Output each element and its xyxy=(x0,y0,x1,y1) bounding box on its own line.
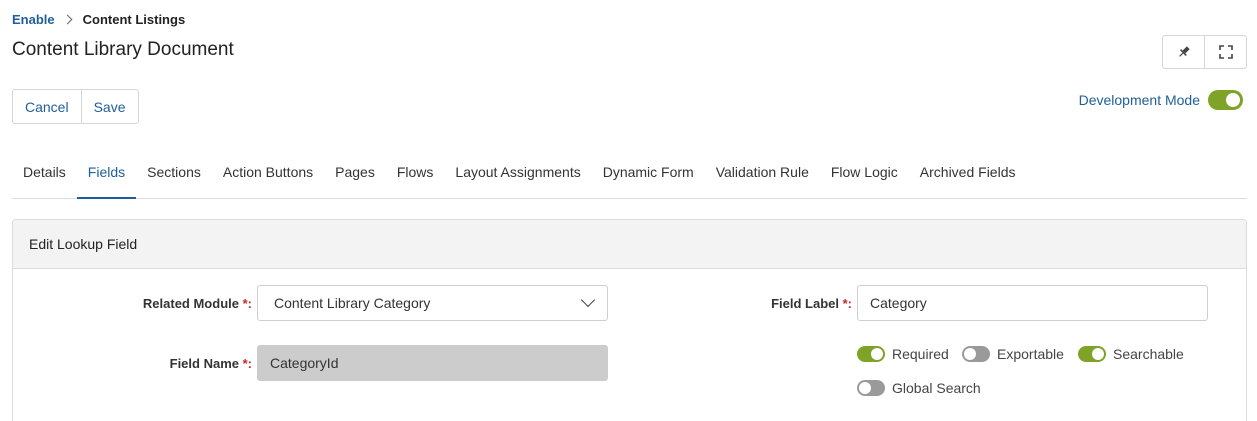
related-module-select[interactable]: Content Library Category xyxy=(257,285,608,321)
tab-bar: Details Fields Sections Action Buttons P… xyxy=(12,147,1247,199)
tab-flows[interactable]: Flows xyxy=(386,147,445,199)
tab-details[interactable]: Details xyxy=(12,147,77,199)
exportable-label: Exportable xyxy=(997,346,1064,362)
pin-button[interactable] xyxy=(1163,36,1204,68)
form-action-buttons: Cancel Save xyxy=(12,89,139,124)
field-name-label: Field Name *: xyxy=(120,356,252,371)
related-module-label: Related Module *: xyxy=(120,296,252,311)
header-icon-group xyxy=(1162,35,1247,69)
tab-pages[interactable]: Pages xyxy=(324,147,386,199)
tab-action-buttons[interactable]: Action Buttons xyxy=(212,147,324,199)
field-label-label-text: Field Label xyxy=(771,296,839,311)
save-button[interactable]: Save xyxy=(80,90,138,123)
development-mode: Development Mode xyxy=(1079,90,1243,110)
related-module-value: Content Library Category xyxy=(274,295,431,311)
related-module-label-text: Related Module xyxy=(142,296,239,311)
required-marker: *: xyxy=(842,296,852,311)
field-label-value: Category xyxy=(870,295,927,311)
required-toggle[interactable] xyxy=(857,346,885,362)
fullscreen-icon xyxy=(1218,45,1233,59)
tab-validation-rule[interactable]: Validation Rule xyxy=(705,147,820,199)
panel-title: Edit Lookup Field xyxy=(13,220,1246,269)
tab-fields[interactable]: Fields xyxy=(76,147,137,199)
exportable-option: Exportable xyxy=(962,346,1064,362)
field-name-value: CategoryId xyxy=(270,355,339,371)
fullscreen-button[interactable] xyxy=(1204,36,1246,68)
exportable-toggle[interactable] xyxy=(962,346,990,362)
cancel-button[interactable]: Cancel xyxy=(13,90,81,123)
field-name-input: CategoryId xyxy=(257,345,608,381)
breadcrumb-current: Content Listings xyxy=(82,12,186,27)
required-label: Required xyxy=(892,346,949,362)
field-label-label: Field Label *: xyxy=(720,296,852,311)
required-marker: *: xyxy=(242,296,252,311)
searchable-label: Searchable xyxy=(1113,346,1184,362)
tab-flow-logic[interactable]: Flow Logic xyxy=(820,147,909,199)
required-option: Required xyxy=(857,346,949,362)
chevron-right-icon xyxy=(62,14,73,25)
global-search-toggle[interactable] xyxy=(857,380,885,396)
tab-sections[interactable]: Sections xyxy=(136,147,212,199)
field-name-label-text: Field Name xyxy=(169,356,239,371)
field-label-input[interactable]: Category xyxy=(857,285,1208,321)
required-marker: *: xyxy=(242,356,252,371)
chevron-down-icon xyxy=(580,292,596,308)
global-search-label: Global Search xyxy=(892,380,981,396)
searchable-option: Searchable xyxy=(1078,346,1184,362)
pin-icon xyxy=(1178,46,1190,57)
tab-layout-assignments[interactable]: Layout Assignments xyxy=(444,147,591,199)
development-mode-label: Development Mode xyxy=(1078,92,1200,108)
breadcrumb: Enable Content Listings xyxy=(12,12,185,27)
breadcrumb-link-enable[interactable]: Enable xyxy=(12,12,55,27)
searchable-toggle[interactable] xyxy=(1078,346,1106,362)
page-title: Content Library Document xyxy=(12,39,234,60)
development-mode-toggle[interactable] xyxy=(1208,90,1243,110)
global-search-option: Global Search xyxy=(857,380,981,396)
tab-dynamic-form[interactable]: Dynamic Form xyxy=(592,147,705,199)
tab-archived-fields[interactable]: Archived Fields xyxy=(909,147,1027,199)
